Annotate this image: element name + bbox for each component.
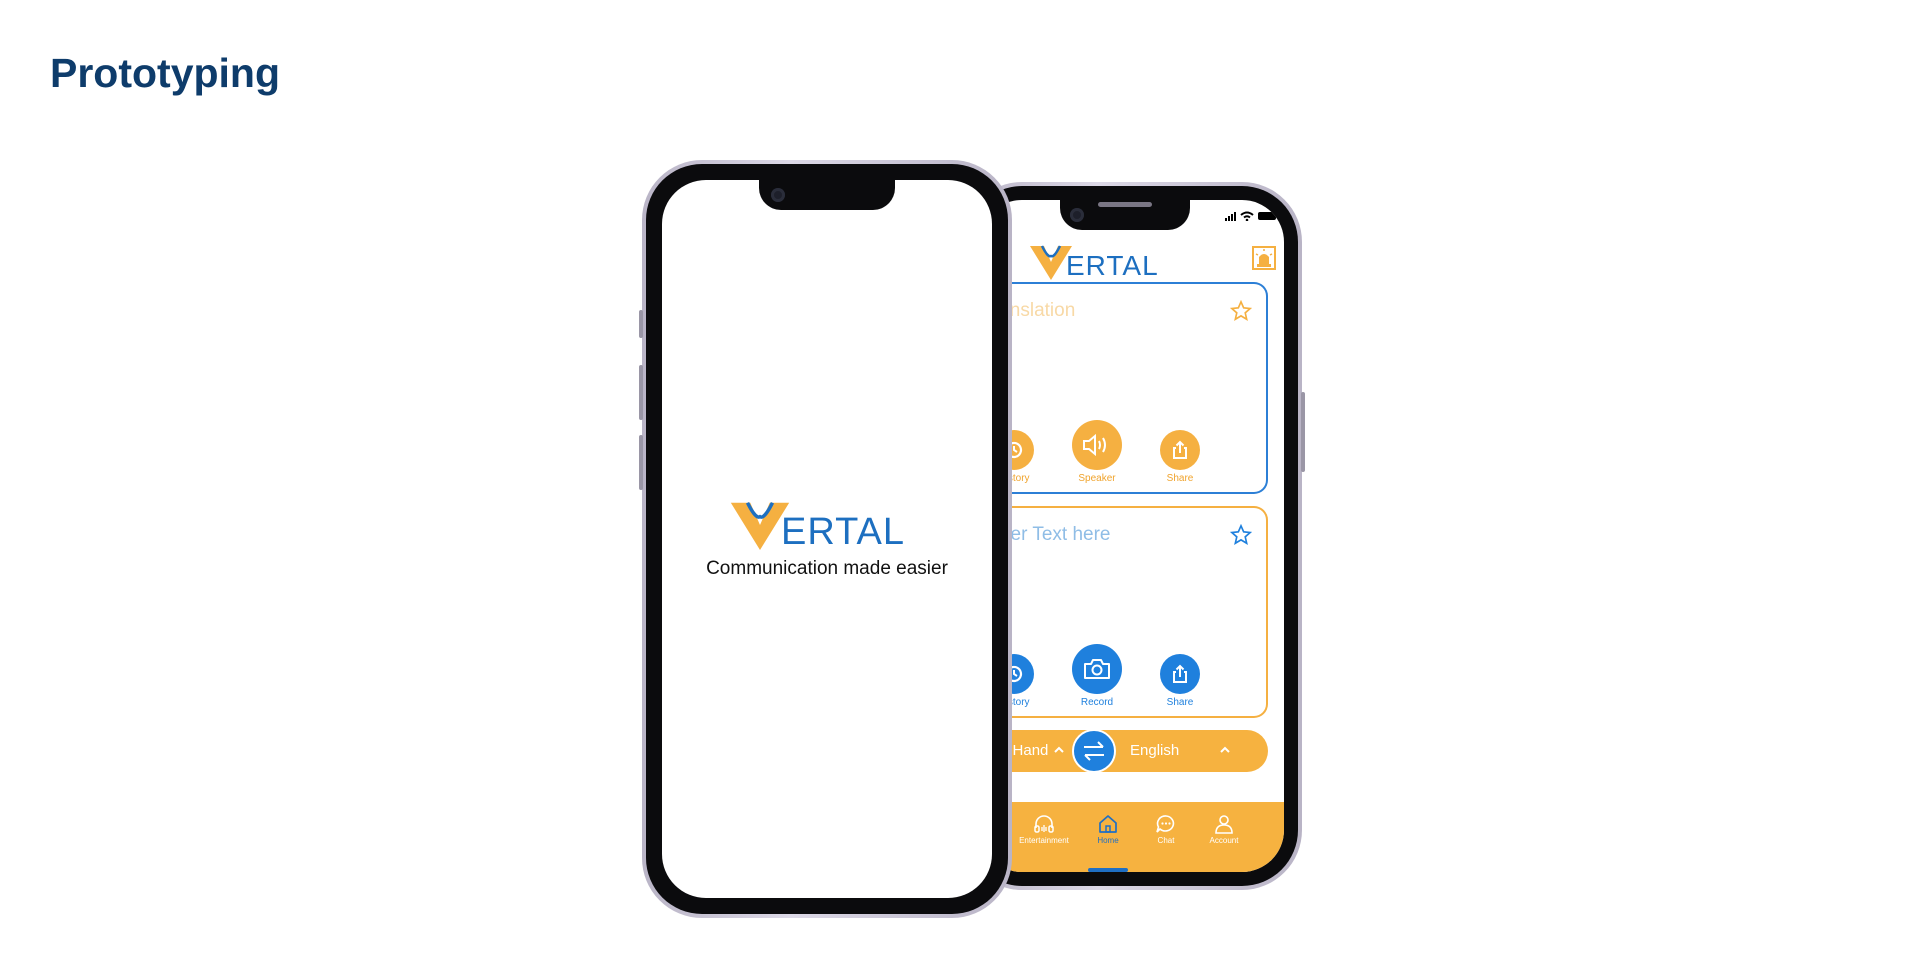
tagline: Communication made easier [706,558,948,579]
input-card: Enter Text here History Record Share [980,506,1268,718]
tab-label: Chat [1157,836,1175,845]
headphones-icon [1034,815,1054,833]
tab-account[interactable]: Account [1194,814,1254,845]
front-camera [771,188,785,202]
active-tab-indicator [1088,868,1128,872]
wifi-icon [1240,211,1254,221]
tab-label: Entertainment [1019,836,1069,845]
alert-siren-icon[interactable] [1252,246,1276,270]
share-label: Share [1166,473,1194,484]
logo-text: ERTAL [781,511,905,553]
favorite-star-icon[interactable] [1230,300,1252,322]
tab-chat[interactable]: Chat [1136,814,1196,845]
share-icon [1173,664,1187,683]
speaker-icon [1083,433,1106,457]
share-label: Share [1166,697,1194,708]
app-screen: 41 ERTAL Translation [980,200,1284,872]
volume-down-button [639,435,643,490]
tab-label: Account [1209,836,1239,845]
tab-label: Home [1097,836,1119,845]
mute-switch [639,310,643,338]
app-logo: ERTAL [1030,240,1159,280]
speaker-grill [1098,202,1152,207]
tab-home[interactable]: Home [1078,814,1138,845]
bottom-tab-bar: ws Entertainment Home Chat Account [980,802,1284,872]
notch [759,180,895,210]
swap-icon [1084,741,1104,761]
speaker-button[interactable]: Speaker [1062,420,1132,484]
record-label: Record [1080,697,1114,708]
share-button[interactable]: Share [1145,654,1215,708]
share-icon [1173,440,1187,459]
speaker-label: Speaker [1078,473,1116,484]
language-selector-bar: ngle Hand English [980,729,1268,773]
status-bar: 41 [980,208,1284,228]
logo-text: ERTAL [1066,250,1159,281]
home-icon [1099,815,1117,833]
splash-logo: ERTAL [730,500,905,553]
record-button[interactable]: Record [1062,644,1132,708]
volume-up-button [639,365,643,420]
target-language[interactable]: English [1130,742,1179,759]
tab-entertainment[interactable]: Entertainment [1014,814,1074,845]
signal-icon [1225,211,1236,221]
favorite-star-icon[interactable] [1230,524,1252,546]
chevron-up-icon[interactable] [1052,743,1066,757]
splash-screen: ERTAL Communication made easier [662,180,992,898]
splash-phone-mockup: ERTAL Communication made easier [639,160,1012,918]
status-icons [1225,211,1276,221]
app-phone-mockup: 41 ERTAL Translation [962,182,1305,890]
swap-languages-button[interactable] [1072,729,1116,773]
chat-icon [1156,815,1175,833]
account-icon [1215,815,1233,834]
battery-icon [1258,212,1276,220]
power-button [1301,392,1305,472]
share-button[interactable]: Share [1145,430,1215,484]
camera-icon [1084,659,1110,679]
translation-card: Translation History Speaker Share [980,282,1268,494]
chevron-up-icon[interactable] [1218,743,1232,757]
page-title: Prototyping [50,50,281,96]
